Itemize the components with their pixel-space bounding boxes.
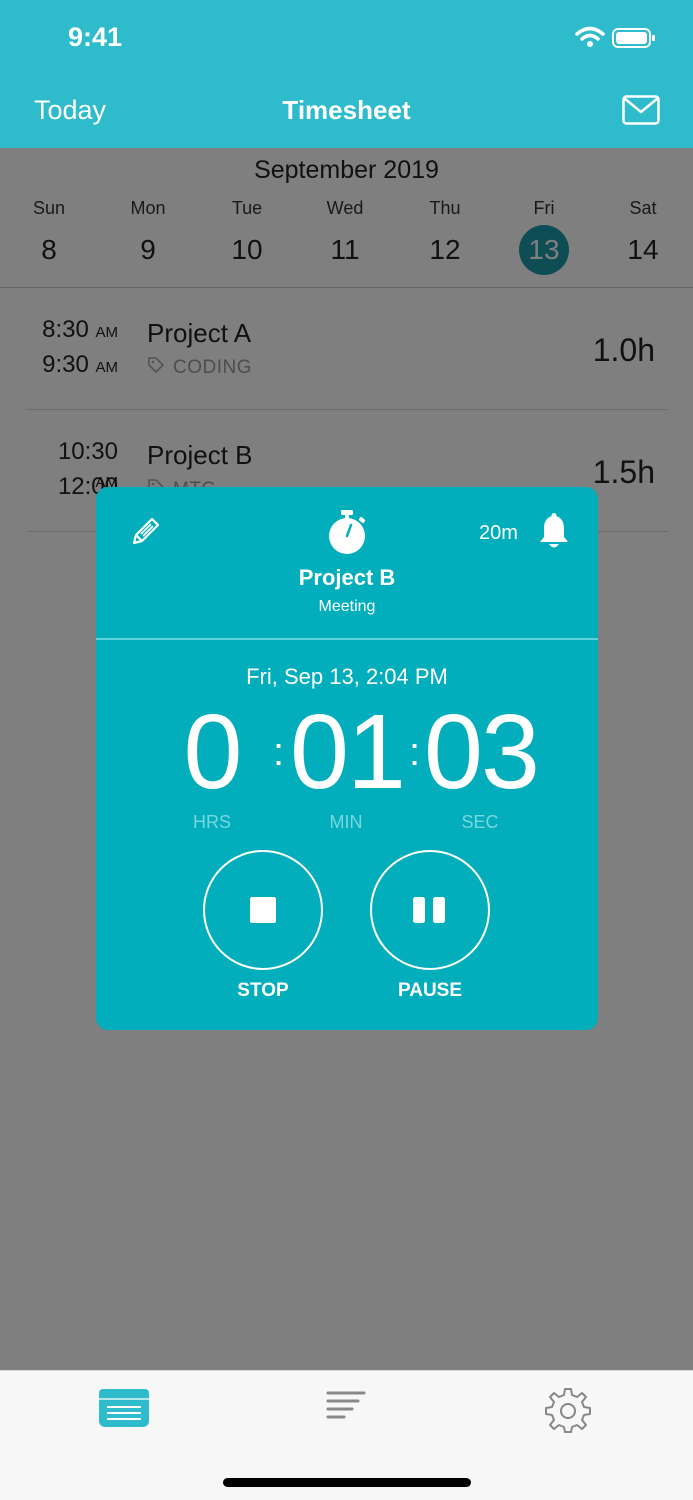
stop-label[interactable]: STOP	[203, 980, 323, 1002]
seconds-digits: 03	[424, 693, 540, 811]
alert-interval[interactable]: 20m	[479, 522, 518, 545]
stop-button[interactable]	[203, 850, 323, 970]
colon: :	[409, 730, 421, 774]
hours-digits: 0	[183, 693, 243, 811]
wifi-icon	[575, 26, 605, 47]
divider	[96, 638, 598, 640]
hours-label: HRS	[192, 812, 231, 832]
status-time: 9:41	[68, 22, 123, 52]
seconds-label: SEC	[461, 812, 499, 832]
colon: :	[273, 730, 285, 774]
home-indicator	[223, 1478, 471, 1487]
bell-icon[interactable]	[538, 513, 570, 551]
pause-label[interactable]: PAUSE	[370, 980, 490, 1002]
stopwatch-icon	[329, 510, 366, 554]
timer-start-date: Fri, Sep 13, 2:04 PM	[246, 664, 448, 689]
gear-icon[interactable]	[545, 1387, 591, 1433]
page-title: Timesheet	[282, 95, 411, 125]
mail-icon[interactable]	[622, 95, 660, 125]
battery-icon	[612, 28, 655, 48]
timer-modal: 20m Project B Meeting Fri, Sep 13, 2:04 …	[96, 487, 598, 1030]
pencil-icon[interactable]	[128, 515, 162, 549]
timer-project: Project B	[298, 565, 396, 590]
minutes-digits: 01	[290, 693, 406, 811]
minutes-label: MIN	[329, 812, 363, 832]
reports-tab-icon[interactable]	[324, 1387, 368, 1429]
header: 9:41 Today Timesheet	[0, 0, 693, 148]
stop-icon	[250, 897, 276, 923]
pause-icon	[413, 897, 445, 923]
timer-category: Meeting	[318, 598, 376, 615]
pause-button[interactable]	[370, 850, 490, 970]
timesheet-tab-icon[interactable]	[98, 1387, 150, 1429]
